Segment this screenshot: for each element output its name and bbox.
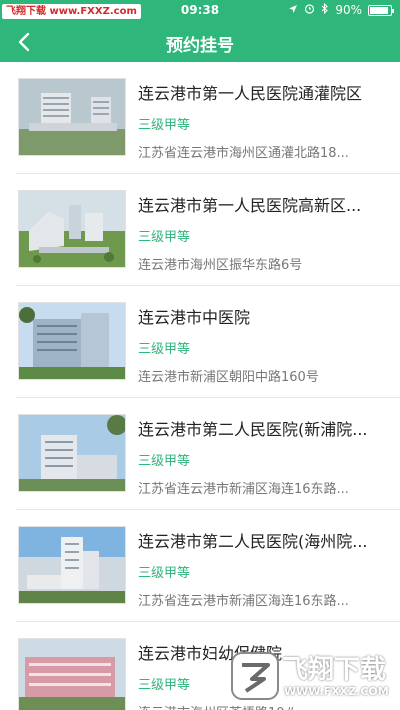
hospital-image <box>18 526 126 604</box>
watermark-text: 飞翔下载 <box>282 655 387 685</box>
hospital-address: 连云港市海州区振华东路6号 <box>138 258 303 273</box>
watermark-logo-icon <box>231 652 279 700</box>
hospital-item[interactable]: 连云港市中医院 三级甲等 连云港市新浦区朝阳中路160号 <box>16 286 400 398</box>
hospital-name: 连云港市第一人民医院通灌院区 <box>138 84 363 103</box>
battery-percent: 90% <box>335 3 362 17</box>
location-icon <box>288 3 298 17</box>
hospital-image <box>18 302 126 380</box>
hospital-address: 江苏省连云港市新浦区海连16东路... <box>138 482 349 497</box>
hospital-address: 江苏省连云港市新浦区海连16东路... <box>138 594 349 609</box>
hospital-image <box>18 78 126 156</box>
status-bar: 飞翔下载 www.FXXZ.com 09:38 90% <box>0 0 400 22</box>
hospital-item[interactable]: 连云港市第一人民医院通灌院区 三级甲等 江苏省连云港市海州区通灌北路18... <box>16 62 400 174</box>
bluetooth-icon <box>321 2 329 17</box>
hospital-level: 三级甲等 <box>138 454 191 469</box>
status-icons: 90% <box>288 2 394 17</box>
page-title: 预约挂号 <box>166 36 234 56</box>
hospital-name: 连云港市中医院 <box>138 308 251 327</box>
hospital-address: 连云港市新浦区朝阳中路160号 <box>138 370 319 385</box>
hospital-list: 连云港市第一人民医院通灌院区 三级甲等 江苏省连云港市海州区通灌北路18... … <box>0 62 400 710</box>
hospital-name: 连云港市第二人民医院(海州院... <box>138 532 368 551</box>
alarm-icon <box>304 3 315 17</box>
battery-icon <box>368 4 394 16</box>
hospital-level: 三级甲等 <box>138 118 191 133</box>
hospital-name: 连云港市第二人民医院(新浦院... <box>138 420 368 439</box>
hospital-level: 三级甲等 <box>138 678 191 693</box>
watermark-logo: 飞翔下载 WWW.FXXZ.COM <box>230 645 400 710</box>
hospital-level: 三级甲等 <box>138 342 191 357</box>
hospital-address: 江苏省连云港市海州区通灌北路18... <box>138 146 349 161</box>
hospital-level: 三级甲等 <box>138 230 191 245</box>
watermark-url: WWW.FXXZ.COM <box>284 685 389 698</box>
nav-bar: 预约挂号 <box>0 22 400 62</box>
hospital-name: 连云港市第一人民医院高新区... <box>138 196 362 215</box>
hospital-level: 三级甲等 <box>138 566 191 581</box>
hospital-item[interactable]: 连云港市第一人民医院高新区... 三级甲等 连云港市海州区振华东路6号 <box>16 174 400 286</box>
hospital-image <box>18 638 126 710</box>
hospital-item[interactable]: 连云港市第二人民医院(新浦院... 三级甲等 江苏省连云港市新浦区海连16东路.… <box>16 398 400 510</box>
hospital-image <box>18 190 126 268</box>
hospital-item[interactable]: 连云港市第二人民医院(海州院... 三级甲等 江苏省连云港市新浦区海连16东路.… <box>16 510 400 622</box>
hospital-image <box>18 414 126 492</box>
